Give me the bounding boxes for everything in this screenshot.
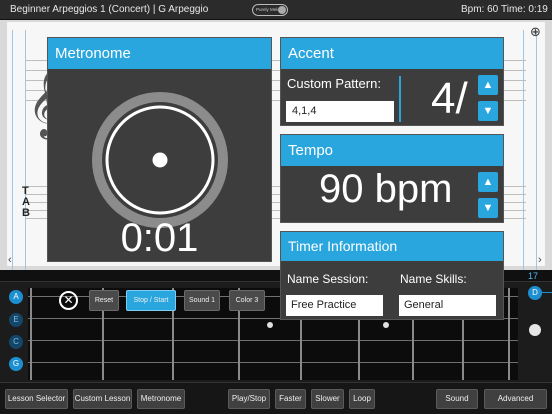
note-button-c[interactable]: C [9,335,23,349]
tab-letter: B [22,207,30,219]
stop-start-button[interactable]: Stop / Start [126,290,176,311]
slower-button[interactable]: Slower [311,389,344,409]
tempo-value: 90 bpm [319,167,453,211]
custom-pattern-input[interactable]: 4,1,4 [286,101,394,122]
side-indicator-line [541,292,552,293]
session-name-input[interactable]: Free Practice [286,295,383,316]
accent-down-icon[interactable]: ▼ [478,101,498,121]
accent-signature: 4/ [431,74,468,123]
top-bar: Beginner Arpeggios 1 (Concert) | G Arpeg… [0,0,552,20]
fret-line [30,288,32,380]
loop-button[interactable]: Loop [349,389,375,409]
purely-melodic-toggle[interactable]: Purely Melodic [252,4,288,16]
note-button-g[interactable]: G [9,357,23,371]
note-button-e[interactable]: E [9,313,23,327]
zoom-icon[interactable]: ⊕ [530,24,541,40]
tempo-panel: Tempo 90 bpm ▲ ▼ [280,134,504,223]
toggle-knob [278,6,286,14]
color-button[interactable]: Color 3 [229,290,265,311]
metronome-button[interactable]: Metronome [137,389,185,409]
metronome-beat-icon[interactable] [88,88,232,232]
advanced-button[interactable]: Advanced [484,389,547,409]
sound-button[interactable]: Sound [436,389,478,409]
accent-up-icon[interactable]: ▲ [478,75,498,95]
score-margin-right [523,30,537,270]
fret-marker [383,322,389,328]
sound-button[interactable]: Sound 1 [184,290,220,311]
skills-label: Name Skills: [400,272,467,286]
metronome-title: Metronome [48,38,271,69]
lesson-title: Beginner Arpeggios 1 (Concert) | G Arpeg… [10,4,209,15]
reset-button[interactable]: Reset [89,290,119,311]
fret-number: 17 [528,271,539,281]
tempo-title: Tempo [281,135,503,166]
accent-panel: Accent Custom Pattern: 4,1,4 4/ ▲ ▼ [280,37,504,126]
bpm-readout: Bpm: 60 [461,4,499,15]
tempo-up-icon[interactable]: ▲ [478,172,498,192]
accent-title: Accent [281,38,503,69]
chevron-left-icon[interactable]: ‹ [8,254,12,266]
lesson-selector-button[interactable]: Lesson Selector [5,389,68,409]
faster-button[interactable]: Faster [275,389,306,409]
tempo-down-icon[interactable]: ▼ [478,198,498,218]
bottom-toolbar: Lesson Selector Custom Lesson Metronome … [0,382,552,414]
fretboard-scroll-handle[interactable] [529,324,541,336]
score-margin-left [12,30,26,270]
skills-name-input[interactable]: General [399,295,496,316]
fret-marker [267,322,273,328]
custom-lesson-button[interactable]: Custom Lesson [73,389,132,409]
time-readout: Time: 0:19 [501,4,548,15]
play-stop-button[interactable]: Play/Stop [228,389,270,409]
note-button-a[interactable]: A [9,290,23,304]
custom-pattern-label: Custom Pattern: [287,76,381,91]
fret-line [508,288,510,380]
tab-label: T A B [22,186,30,219]
chevron-right-icon[interactable]: › [538,254,542,266]
timer-title: Timer Information [281,232,503,261]
note-button-d[interactable]: D [528,286,542,300]
metronome-elapsed-time: 0:01 [120,216,199,260]
metronome-panel: Metronome 0:01 [47,37,272,262]
session-label: Name Session: [287,272,369,286]
close-icon[interactable]: ✕ [59,291,78,310]
accent-divider [399,76,401,122]
timer-panel: Timer Information Name Session: Name Ski… [280,231,504,320]
